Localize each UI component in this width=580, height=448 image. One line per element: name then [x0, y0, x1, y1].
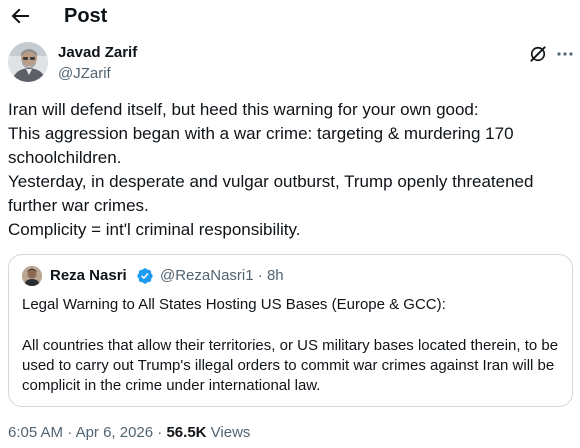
- post-text-line: schoolchildren.: [8, 148, 122, 167]
- avatar-image: [8, 42, 48, 82]
- quoted-author-name[interactable]: Reza Nasri: [50, 267, 127, 285]
- views-label: Views: [210, 424, 251, 441]
- post-text-line: Yesterday, in desperate and vulgar outbu…: [8, 172, 534, 191]
- top-bar: Post: [0, 0, 580, 34]
- quoted-post-text: Legal Warning to All States Hosting US B…: [22, 295, 562, 396]
- more-icon[interactable]: [556, 46, 574, 62]
- post-text-line: This aggression began with a war crime: …: [8, 124, 514, 143]
- quoted-avatar[interactable]: [22, 266, 42, 286]
- post-text-line: Iran will defend itself, but heed this w…: [8, 100, 479, 119]
- views-count[interactable]: 56.5K: [166, 424, 206, 441]
- quoted-post-age[interactable]: 8h: [267, 267, 284, 284]
- post-date[interactable]: Apr 6, 2026: [76, 424, 154, 441]
- post-text: Iran will defend itself, but heed this w…: [8, 98, 574, 242]
- author-name[interactable]: Javad Zarif: [58, 44, 137, 62]
- author-handle[interactable]: @JZarif: [58, 65, 111, 83]
- separator-dot: ·: [67, 424, 73, 441]
- post-text-line: Complicity = int'l criminal responsibili…: [8, 220, 301, 239]
- quoted-paragraph: All countries that allow their territori…: [22, 337, 559, 394]
- verified-badge-icon: [137, 268, 153, 284]
- avatar[interactable]: [8, 42, 48, 82]
- quoted-meta: @RezaNasri1 · 8h: [160, 267, 284, 285]
- post-meta: 6:05 AM · Apr 6, 2026 · 56.5K Views: [8, 424, 250, 442]
- quoted-paragraph: Legal Warning to All States Hosting US B…: [22, 296, 446, 313]
- separator-dot: ·: [257, 267, 263, 284]
- quoted-post[interactable]: Reza Nasri @RezaNasri1 · 8h Legal Warnin…: [8, 254, 573, 407]
- page-title: Post: [64, 5, 108, 27]
- arrow-left-icon[interactable]: [8, 4, 32, 28]
- post-text-line: further war crimes.: [8, 196, 149, 215]
- quoted-author-handle[interactable]: @RezaNasri1: [160, 267, 254, 284]
- quoted-avatar-image: [22, 266, 42, 286]
- separator-dot: ·: [157, 424, 163, 441]
- grok-icon[interactable]: [528, 44, 548, 64]
- post-time[interactable]: 6:05 AM: [8, 424, 63, 441]
